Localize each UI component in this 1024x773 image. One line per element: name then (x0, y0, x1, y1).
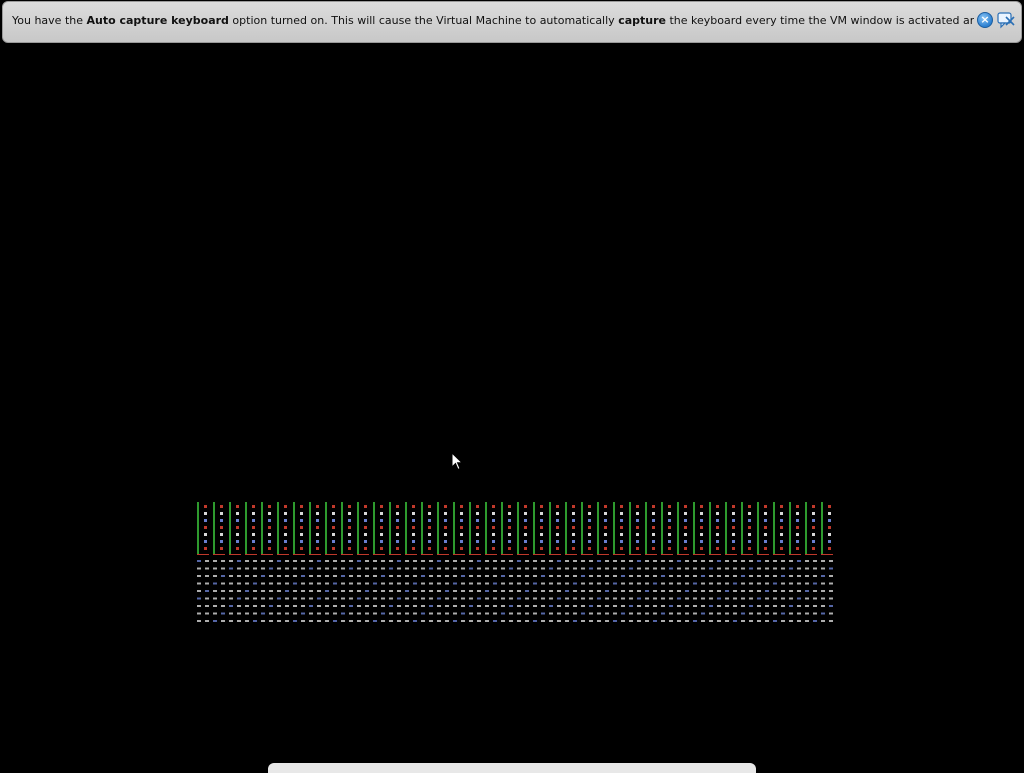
notification-text-part-3: the keyboard every time the VM window is… (669, 14, 974, 27)
vm-boot-pattern (197, 502, 833, 622)
bottom-toolbar-edge (268, 763, 756, 773)
notification-bar: You have the Auto capture keyboard optio… (2, 1, 1022, 43)
notification-text-part-1: You have the (12, 14, 87, 27)
notification-message: You have the Auto capture keyboard optio… (12, 14, 974, 28)
notification-text-part-2: option turned on. This will cause the Vi… (228, 14, 619, 27)
mouse-pointer-icon (451, 451, 464, 471)
close-icon[interactable]: × (977, 12, 993, 28)
notification-bold-option: Auto capture keyboard (86, 14, 229, 27)
notification-bold-capture: capture (618, 14, 666, 27)
vm-display[interactable] (0, 45, 1024, 768)
do-not-show-again-icon[interactable] (997, 11, 1015, 29)
